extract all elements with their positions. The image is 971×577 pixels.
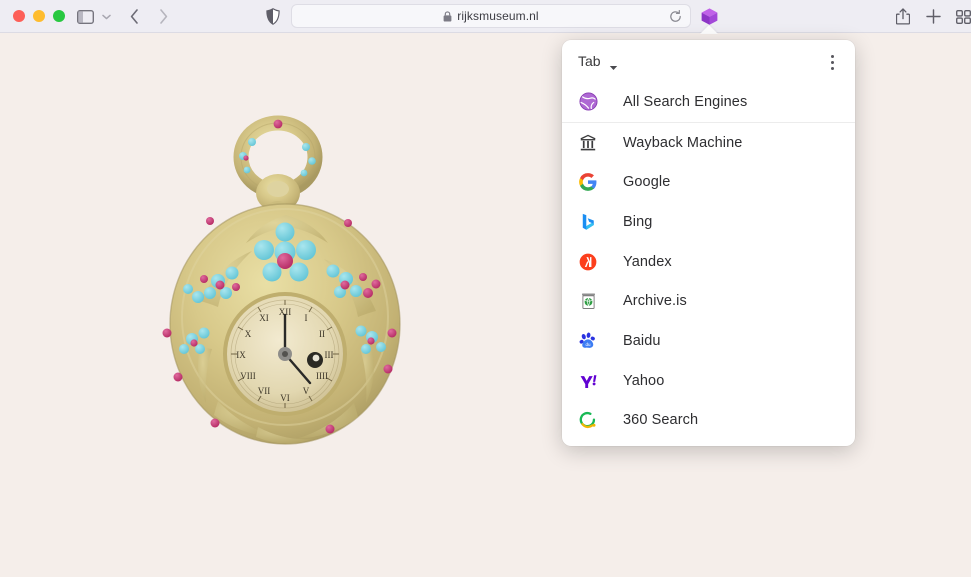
purple-cube-extension-icon xyxy=(701,8,717,25)
menu-item-archive-is[interactable]: Archive.is xyxy=(562,281,855,321)
svg-text:III: III xyxy=(325,350,334,360)
archive-building-icon xyxy=(578,133,598,153)
chevron-right-icon xyxy=(159,9,167,24)
svg-text:XI: XI xyxy=(259,313,269,323)
popover-pointer xyxy=(700,25,718,34)
close-window-button[interactable] xyxy=(13,10,25,22)
google-g-icon xyxy=(578,172,598,192)
three-dots-vertical-icon xyxy=(830,60,834,64)
svg-text:II: II xyxy=(319,329,325,339)
menu-item-all-search-engines[interactable]: All Search Engines xyxy=(562,82,855,122)
svg-text:VI: VI xyxy=(280,393,290,403)
menu-item-label: Bing xyxy=(623,213,653,230)
svg-text:IX: IX xyxy=(236,350,246,360)
share-button[interactable] xyxy=(893,6,913,27)
baidu-paw-icon: du xyxy=(578,331,598,351)
caret-down-icon xyxy=(609,66,618,70)
menu-item-label: All Search Engines xyxy=(623,93,748,110)
chevron-left-icon xyxy=(130,9,138,24)
traffic-lights xyxy=(13,10,65,22)
popover-header: Tab xyxy=(562,40,855,82)
tab-overview-button[interactable] xyxy=(953,6,971,27)
menu-item-label: Yandex xyxy=(623,253,672,270)
yandex-y-icon xyxy=(578,252,598,272)
address-bar[interactable]: rijksmuseum.nl xyxy=(291,4,691,28)
menu-item-label: Google xyxy=(623,174,671,191)
address-bar-url: rijksmuseum.nl xyxy=(457,9,539,23)
menu-item-google[interactable]: Google xyxy=(562,162,855,202)
search-engines-popover: Tab All Search Engines Wayback Machine G… xyxy=(562,40,855,446)
popover-title: Tab xyxy=(578,53,601,69)
menu-item-baidu[interactable]: du Baidu xyxy=(562,321,855,361)
globe-icon xyxy=(578,92,598,112)
search-engines-extension-button[interactable] xyxy=(699,6,719,27)
plus-icon xyxy=(925,9,941,24)
browser-toolbar: rijksmuseum.nl xyxy=(0,0,971,33)
reload-button[interactable] xyxy=(669,9,682,28)
bing-b-icon xyxy=(578,212,598,232)
reload-icon xyxy=(670,9,681,22)
chevron-down-icon xyxy=(101,14,111,19)
popover-more-button[interactable] xyxy=(823,52,841,72)
pocket-watch-illustration: XII I II III IIII V VI VII VIII IX X XI xyxy=(162,115,401,445)
address-bar-content: rijksmuseum.nl xyxy=(443,9,539,23)
popover-scope-dropdown[interactable] xyxy=(609,58,618,76)
back-button[interactable] xyxy=(124,6,144,27)
tab-grid-icon xyxy=(955,9,971,24)
menu-item-label: Baidu xyxy=(623,332,661,349)
three-dots-vertical-icon xyxy=(830,66,834,70)
svg-text:VIII: VIII xyxy=(240,371,256,381)
pocket-watch-image: XII I II III IIII V VI VII VIII IX X XI xyxy=(140,111,430,461)
archive-is-icon xyxy=(578,291,598,311)
privacy-shield-icon xyxy=(266,8,280,25)
svg-text:X: X xyxy=(245,329,252,339)
sidebar-toggle-button[interactable] xyxy=(75,6,95,27)
menu-item-label: Wayback Machine xyxy=(623,134,743,151)
menu-item-label: 360 Search xyxy=(623,412,699,429)
three-dots-vertical-icon xyxy=(830,54,834,58)
menu-item-yandex[interactable]: Yandex xyxy=(562,242,855,282)
svg-text:VII: VII xyxy=(258,386,271,396)
sidebar-toggle-icon xyxy=(76,9,94,24)
privacy-report-button[interactable] xyxy=(263,6,283,27)
yahoo-y-icon xyxy=(578,371,598,391)
lock-icon xyxy=(443,10,452,21)
menu-item-360-search[interactable]: 360 Search xyxy=(562,401,855,441)
svg-text:I: I xyxy=(305,313,308,323)
sidebar-options-button[interactable] xyxy=(99,6,113,27)
zoom-window-button[interactable] xyxy=(53,10,65,22)
search-engine-list: All Search Engines Wayback Machine Googl… xyxy=(562,82,855,440)
svg-text:IIII: IIII xyxy=(316,371,328,381)
menu-item-label: Archive.is xyxy=(623,293,687,310)
minimize-window-button[interactable] xyxy=(33,10,45,22)
browser-window: rijksmuseum.nl XII I II III IIII V VI VI… xyxy=(0,0,971,577)
forward-button[interactable] xyxy=(153,6,173,27)
svg-text:du: du xyxy=(585,342,591,347)
svg-text:V: V xyxy=(303,386,310,396)
new-tab-button[interactable] xyxy=(923,6,943,27)
menu-item-bing[interactable]: Bing xyxy=(562,202,855,242)
360-search-icon xyxy=(578,410,598,430)
menu-item-wayback-machine[interactable]: Wayback Machine xyxy=(562,123,855,163)
menu-item-label: Yahoo xyxy=(623,372,665,389)
menu-item-yahoo[interactable]: Yahoo xyxy=(562,361,855,401)
share-icon xyxy=(896,8,910,25)
